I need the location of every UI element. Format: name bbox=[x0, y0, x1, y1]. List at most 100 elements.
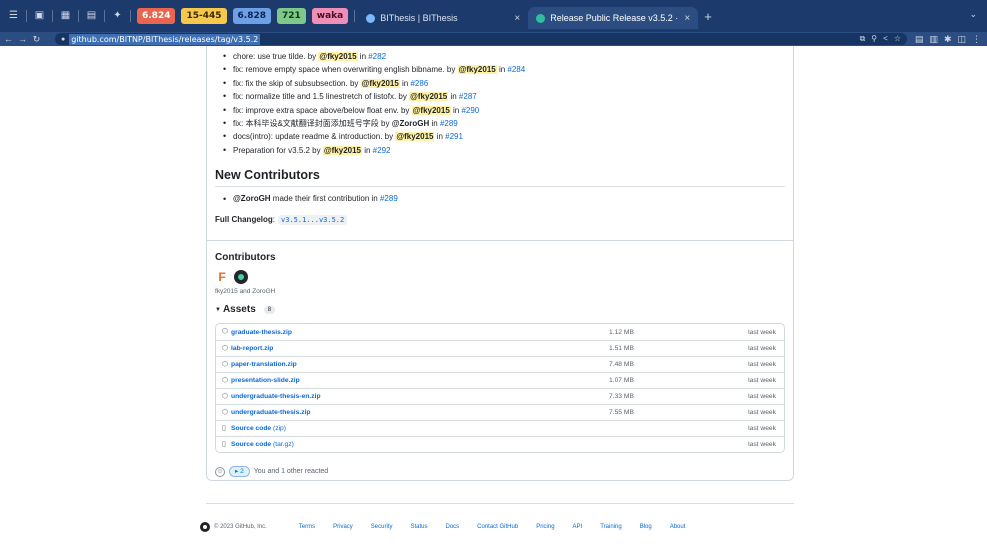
asset-size: 7.55 MB bbox=[609, 409, 634, 416]
footer-link-about[interactable]: About bbox=[670, 524, 686, 530]
compare-link[interactable]: v3.5.1...v3.5.2 bbox=[278, 215, 348, 225]
user-mention-link[interactable]: @fky2015 bbox=[395, 132, 435, 142]
pull-request-link[interactable]: #284 bbox=[507, 65, 525, 74]
avatar-zorogh[interactable] bbox=[234, 270, 248, 284]
puzzle-icon[interactable]: ✱ bbox=[944, 32, 952, 46]
user-mention-link[interactable]: @fky2015 bbox=[318, 52, 358, 61]
menu-icon[interactable]: ☰ bbox=[6, 9, 21, 24]
footer-link-contact[interactable]: Contact GitHub bbox=[477, 524, 518, 530]
sidebar-icon[interactable]: ◫ bbox=[957, 32, 966, 46]
divider bbox=[130, 10, 131, 22]
back-arrow-icon[interactable]: ← bbox=[3, 32, 14, 46]
asset-row: ▯ Source code (tar.gz) last week bbox=[216, 436, 784, 452]
footer-link-api[interactable]: API bbox=[573, 524, 583, 530]
url-text[interactable]: github.com/BITNP/BIThesis/releases/tag/v… bbox=[69, 33, 261, 45]
package-icon: ⬡ bbox=[222, 392, 229, 400]
user-mention-link[interactable]: @fky2015 bbox=[411, 105, 451, 115]
user-mention-link[interactable]: @fky2015 bbox=[409, 92, 449, 102]
list-item: fix: improve extra space above/below flo… bbox=[223, 104, 525, 118]
tab-list-chevron-down-icon[interactable]: ⌄ bbox=[969, 9, 977, 20]
assets-toggle[interactable]: ▼ Assets 8 bbox=[215, 304, 276, 315]
grid-icon[interactable]: ▤ bbox=[84, 9, 99, 24]
asset-size: 1.12 MB bbox=[609, 328, 634, 336]
tab-group-badge[interactable]: 15-445 bbox=[181, 8, 227, 24]
footer-link-terms[interactable]: Terms bbox=[299, 524, 315, 530]
reactions-bar: ☺ ▸ 2 You and 1 other reacted bbox=[215, 466, 328, 477]
extension-icon[interactable]: ▥ bbox=[929, 32, 938, 46]
divider bbox=[206, 503, 794, 504]
asset-link[interactable]: presentation-slide.zip bbox=[231, 377, 300, 384]
avatar-fky2015[interactable]: F bbox=[215, 270, 229, 284]
new-tab-plus-icon[interactable]: + bbox=[704, 9, 712, 24]
user-mention-link[interactable]: @ZoroGH bbox=[233, 194, 271, 203]
pull-request-link[interactable]: #287 bbox=[459, 92, 477, 101]
user-mention-link[interactable]: @fky2015 bbox=[322, 145, 362, 155]
note-text: fix: fix the skip of subsubsection. by bbox=[233, 78, 361, 88]
note-in: in bbox=[362, 145, 373, 155]
omnibox-actions: ⧉ ⚲ < ☆ bbox=[860, 33, 901, 45]
note-text: chore: use true tilde. by bbox=[233, 52, 319, 61]
user-mention-link[interactable]: @fky2015 bbox=[457, 65, 497, 75]
asset-date: last week bbox=[748, 361, 776, 368]
divider bbox=[104, 10, 105, 22]
footer-link-status[interactable]: Status bbox=[410, 524, 427, 530]
tab-group-badge[interactable]: waka bbox=[311, 8, 349, 24]
address-bar[interactable]: ● github.com/BITNP/BIThesis/releases/tag… bbox=[55, 33, 907, 45]
star-icon[interactable]: ☆ bbox=[894, 33, 901, 45]
note-in: in bbox=[434, 132, 446, 142]
footer-link-pricing[interactable]: Pricing bbox=[536, 524, 554, 530]
browser-tab-bar: ☰ ▣ ▦ ▤ ✦ 6.824 15-445 6.828 721 waka BI… bbox=[0, 0, 987, 32]
more-menu-icon[interactable]: ⋮ bbox=[972, 32, 981, 46]
asset-date: last week bbox=[748, 409, 776, 416]
tab-group-badge[interactable]: 6.828 bbox=[232, 8, 271, 24]
pull-request-link[interactable]: #291 bbox=[445, 132, 463, 141]
pull-request-link[interactable]: #286 bbox=[410, 79, 428, 88]
zoom-icon[interactable]: ⚲ bbox=[871, 33, 877, 45]
asset-link[interactable]: paper-translation.zip bbox=[231, 361, 297, 368]
footer-link-training[interactable]: Training bbox=[600, 524, 621, 530]
close-icon[interactable]: × bbox=[514, 13, 520, 24]
reaction-count-button[interactable]: ▸ 2 bbox=[229, 466, 250, 477]
user-mention-link[interactable]: @ZoroGH bbox=[392, 119, 430, 128]
pull-request-link[interactable]: #289 bbox=[380, 194, 398, 203]
browser-tab-release[interactable]: Release Public Release v3.5.2 · BITNP/BI… bbox=[528, 7, 699, 29]
install-app-icon[interactable]: ⧉ bbox=[860, 33, 866, 45]
add-reaction-smiley-icon[interactable]: ☺ bbox=[215, 466, 225, 477]
lock-icon[interactable]: ● bbox=[61, 36, 65, 43]
note-text: fix: improve extra space above/below flo… bbox=[233, 105, 412, 115]
footer-link-security[interactable]: Security bbox=[371, 524, 393, 530]
footer-link-privacy[interactable]: Privacy bbox=[333, 524, 353, 530]
browser-tab-bithesis[interactable]: BIThesis | BIThesis × bbox=[358, 7, 528, 29]
asset-link[interactable]: undergraduate-thesis.zip bbox=[231, 409, 311, 416]
source-code-zip-link[interactable]: Source code (zip) bbox=[231, 425, 286, 432]
reload-icon[interactable]: ↻ bbox=[31, 32, 42, 46]
puzzle-icon[interactable]: ✦ bbox=[110, 9, 125, 24]
asset-link[interactable]: graduate-thesis.zip bbox=[231, 329, 292, 336]
source-code-targz-link[interactable]: Source code (tar.gz) bbox=[231, 441, 294, 448]
asset-size: 7.48 MB bbox=[609, 361, 634, 368]
footer-link-docs[interactable]: Docs bbox=[446, 524, 460, 530]
pull-request-link[interactable]: #289 bbox=[440, 119, 458, 128]
pull-request-link[interactable]: #290 bbox=[461, 106, 479, 115]
note-in: in bbox=[357, 52, 369, 61]
tab-group-badge[interactable]: 6.824 bbox=[137, 8, 176, 24]
bookmark-icon[interactable]: ▣ bbox=[32, 9, 47, 24]
asset-date: last week bbox=[748, 377, 776, 384]
forward-arrow-icon[interactable]: → bbox=[17, 32, 28, 46]
footer-link-blog[interactable]: Blog bbox=[640, 524, 652, 530]
divider bbox=[78, 10, 79, 22]
pull-request-link[interactable]: #292 bbox=[373, 146, 391, 155]
share-icon[interactable]: < bbox=[883, 33, 888, 45]
sheet-icon[interactable]: ▦ bbox=[58, 9, 73, 24]
github-logo-icon[interactable] bbox=[200, 522, 210, 532]
reader-icon[interactable]: ▤ bbox=[915, 32, 924, 46]
format-label: (zip) bbox=[273, 425, 287, 432]
tab-group-badge[interactable]: 721 bbox=[276, 8, 306, 24]
asset-link[interactable]: undergraduate-thesis-en.zip bbox=[231, 393, 321, 400]
contributors-assets-box: Contributors F fky2015 and ZoroGH ▼ Asse… bbox=[206, 241, 794, 481]
note-in: in bbox=[496, 65, 508, 75]
asset-link[interactable]: lab-report.zip bbox=[231, 345, 273, 352]
close-icon[interactable]: × bbox=[684, 13, 690, 24]
user-mention-link[interactable]: @fky2015 bbox=[360, 78, 400, 88]
pull-request-link[interactable]: #282 bbox=[368, 52, 386, 61]
